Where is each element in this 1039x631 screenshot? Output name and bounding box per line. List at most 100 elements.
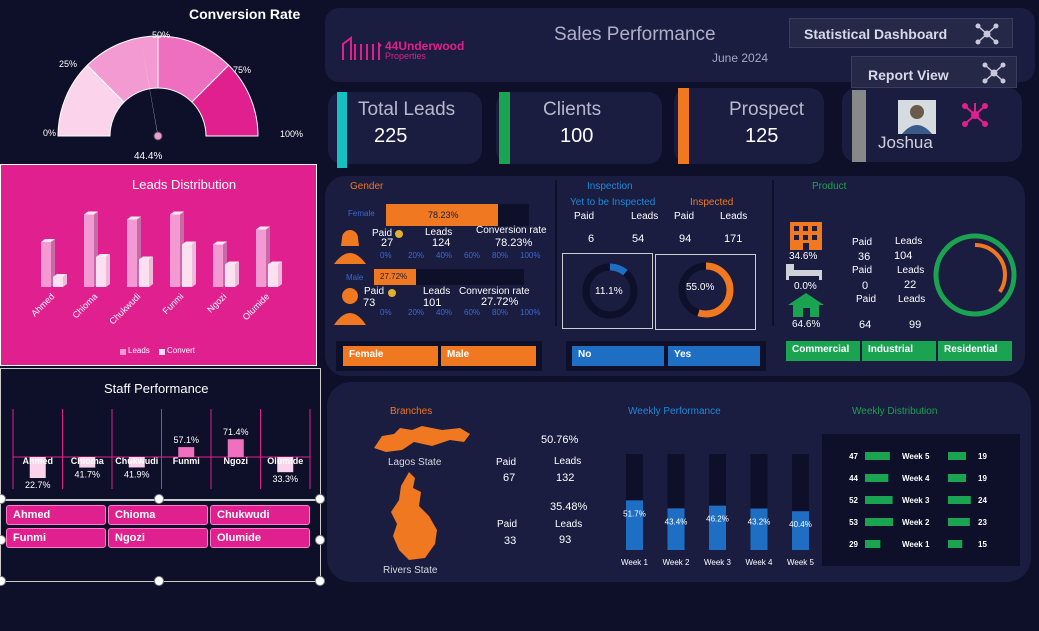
- insp-donut-pct: 55.0%: [686, 282, 715, 293]
- weekly-dist-left-bar: [865, 540, 881, 548]
- weekly-dist-right-bar: [948, 452, 967, 460]
- axis-tick: 20%: [408, 251, 425, 260]
- lagos-leads: 132: [556, 472, 575, 484]
- ind-leads: 22: [904, 279, 917, 291]
- yes-button[interactable]: Yes: [668, 346, 760, 366]
- weekly-dist-left-value: 29: [849, 540, 858, 549]
- logo-subtext: Properties: [385, 51, 427, 61]
- avatar[interactable]: [898, 100, 936, 134]
- leads-dist-chart: Ahmed Chioma Chukwudi Funmi Ngozi Olumide: [29, 211, 282, 326]
- kpi-accent: [678, 88, 689, 164]
- kpi-accent: [852, 90, 866, 162]
- weekly-perf-category: Week 5: [787, 558, 815, 567]
- leads-dist-category: Ahmed: [29, 291, 56, 318]
- resize-handle[interactable]: [315, 576, 325, 586]
- female-button[interactable]: Female: [343, 346, 438, 366]
- weekly-perf-label: 51.7%: [623, 509, 646, 518]
- female-label: Female: [348, 209, 375, 218]
- male-paid: 73: [363, 297, 376, 309]
- conversion-gauge: [57, 33, 259, 141]
- male-label: Male: [346, 273, 364, 282]
- weekly-perf-category: Week 1: [621, 558, 649, 567]
- bar-side: [149, 256, 153, 287]
- res-leads-label: Leads: [898, 294, 926, 305]
- weekly-perf-bar: [750, 508, 768, 550]
- lagos-paid: 67: [503, 472, 516, 484]
- weekly-dist-right-value: 23: [978, 518, 987, 527]
- bar-side: [192, 241, 196, 287]
- weekly-dist-category: Week 5: [902, 452, 930, 461]
- no-button[interactable]: No: [572, 346, 664, 366]
- kpi-prospect-value: 125: [745, 125, 779, 147]
- axis-tick: 40%: [436, 251, 453, 260]
- network-icon: [975, 23, 999, 45]
- axis-tick: 100%: [520, 251, 541, 260]
- axis-tick: 40%: [436, 308, 453, 317]
- male-bar-pct: 27.72%: [380, 272, 408, 281]
- female-leads: 124: [432, 237, 451, 249]
- legend-convert: Convert: [167, 346, 196, 355]
- weekly-dist-left-value: 44: [849, 474, 858, 483]
- rivers-paid: 33: [504, 535, 517, 547]
- report-view-button[interactable]: Report View: [851, 56, 1017, 88]
- conversion-title: Conversion Rate: [189, 6, 301, 22]
- staff-filter-button[interactable]: Ahmed: [6, 505, 106, 525]
- divider: [772, 180, 774, 326]
- weekly-perf-bar: [667, 508, 685, 550]
- weekly-dist-right-value: 19: [978, 452, 987, 461]
- product-title: Product: [812, 181, 847, 192]
- com-leads-label: Leads: [895, 236, 923, 247]
- axis-tick: 20%: [408, 308, 425, 317]
- weekly-dist-right-value: 15: [978, 540, 987, 549]
- leads-dist-bar: [182, 244, 192, 287]
- resize-handle[interactable]: [154, 494, 164, 504]
- lagos-map-icon: [374, 426, 470, 452]
- branches-title: Branches: [390, 406, 433, 417]
- leads-dist-bar: [256, 229, 266, 287]
- user-name: Joshua: [878, 133, 933, 152]
- male-bar-track: 27.72%: [374, 269, 524, 285]
- rivers-map-icon: [391, 472, 437, 560]
- staff-name-label: Chioma: [71, 456, 105, 466]
- staff-filter-button[interactable]: Olumide: [210, 528, 310, 548]
- weekly-dist-category: Week 4: [902, 474, 930, 483]
- commercial-button[interactable]: Commercial: [786, 341, 860, 361]
- leads-dist-category: Ngozi: [205, 291, 228, 314]
- resize-handle[interactable]: [154, 576, 164, 586]
- female-bar-track: 78.23%: [386, 204, 529, 226]
- weekly-dist-right-value: 19: [978, 474, 987, 483]
- kpi-accent: [337, 92, 347, 168]
- leads-dist-bar: [213, 244, 223, 287]
- staff-filter-button[interactable]: Chukwudi: [210, 505, 310, 525]
- resize-handle[interactable]: [315, 535, 325, 545]
- staff-filter-button[interactable]: Chioma: [108, 505, 208, 525]
- kpi-total-leads: Total Leads 225: [328, 92, 482, 168]
- weekly-perf-bar: [626, 500, 643, 550]
- resize-handle[interactable]: [0, 576, 6, 586]
- female-icon: [334, 230, 366, 264]
- weekly-perf-category: Week 2: [663, 558, 691, 567]
- weekly-dist-right-bar: [948, 540, 963, 548]
- resize-handle[interactable]: [315, 494, 325, 504]
- stat-btn-label: Statistical Dashboard: [804, 26, 948, 42]
- male-button[interactable]: Male: [441, 346, 536, 366]
- weekly-dist-right-bar: [948, 496, 971, 504]
- statistical-dashboard-button[interactable]: Statistical Dashboard: [789, 18, 1013, 48]
- weekly-perf-chart: 51.7% Week 1 43.4% Week 2 46.2% Week 3 43.2% We…: [621, 454, 815, 567]
- staff-filter-button[interactable]: Ngozi: [108, 528, 208, 548]
- gauge-pivot: [153, 131, 163, 141]
- residential-button[interactable]: Residential: [938, 341, 1012, 361]
- industrial-button[interactable]: Industrial: [862, 341, 936, 361]
- com-paid: 36: [858, 251, 871, 263]
- bed-icon: [786, 264, 822, 280]
- yet-leads-label: Leads: [631, 211, 659, 222]
- staff-pct-label: 71.4%: [223, 427, 249, 437]
- staff-slicer[interactable]: Ahmed Chioma Chukwudi Funmi Ngozi Olumide: [0, 500, 321, 582]
- weekly-dist-left-bar: [865, 452, 890, 460]
- com-leads: 104: [894, 250, 913, 262]
- weekly-dist-category: Week 1: [902, 540, 930, 549]
- network-icon[interactable]: [960, 100, 990, 130]
- weekly-dist-right-bar: [948, 518, 970, 526]
- staff-filter-button[interactable]: Funmi: [6, 528, 106, 548]
- coin-icon: [388, 289, 396, 297]
